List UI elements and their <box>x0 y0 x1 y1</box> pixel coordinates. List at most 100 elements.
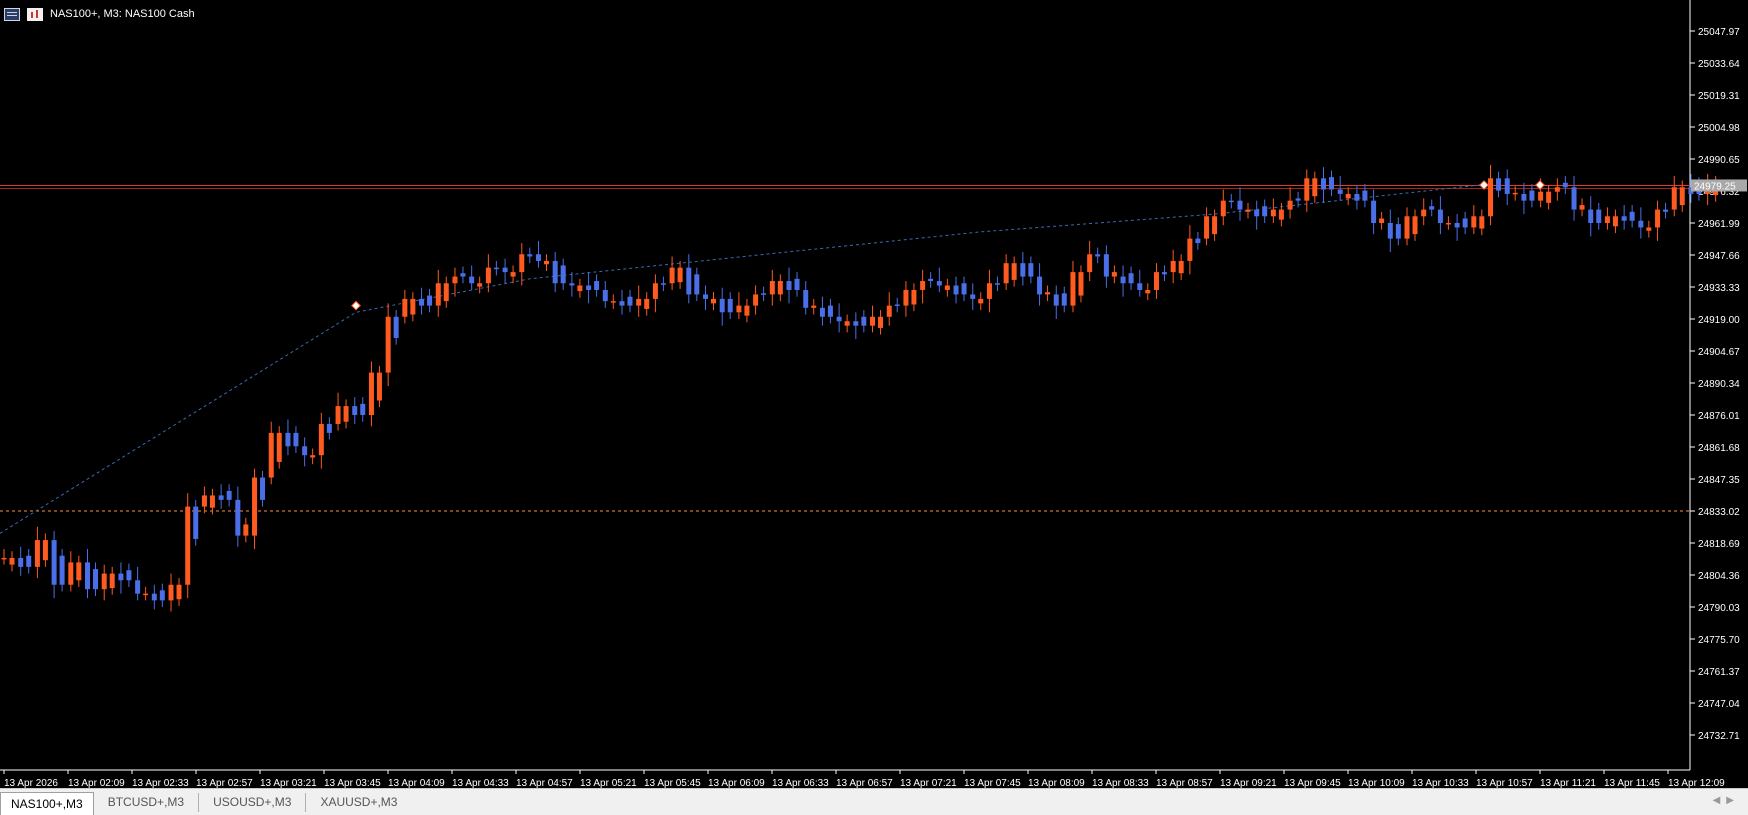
tab-scroll-arrows-icon[interactable]: ◀▶ <box>1713 795 1740 806</box>
candle-body <box>1 557 7 560</box>
candle-body <box>168 584 174 601</box>
candle-body <box>1087 254 1093 273</box>
y-tick-label: 24933.33 <box>1698 283 1740 294</box>
x-tick-label: 13 Apr 04:57 <box>516 778 573 788</box>
candle-body <box>736 305 742 313</box>
candle-body <box>1145 289 1151 294</box>
candle-body <box>293 432 299 447</box>
x-tick-label: 13 Apr 10:33 <box>1412 778 1469 788</box>
tab-usousd[interactable]: USOUSD+,M3 <box>199 792 307 812</box>
candle-body <box>201 495 207 507</box>
y-tick-label: 24761.37 <box>1698 667 1740 678</box>
candle-body <box>1120 276 1126 284</box>
x-tick-label: 13 Apr 06:33 <box>772 778 829 788</box>
y-tick-label: 24919.00 <box>1698 315 1740 326</box>
candle-body <box>343 406 349 422</box>
candle-body <box>786 281 792 290</box>
candle-body <box>302 446 308 456</box>
candle-body <box>1521 193 1527 201</box>
candle-body <box>1562 182 1568 188</box>
y-tick-label: 25004.98 <box>1698 123 1740 134</box>
current-price-label: 24979.25 <box>1694 181 1736 192</box>
y-tick-label: 25033.64 <box>1698 59 1740 70</box>
candle-body <box>761 293 767 295</box>
candle-body <box>819 307 825 317</box>
y-tick-label: 24818.69 <box>1698 539 1740 550</box>
candle-body <box>1278 209 1284 220</box>
chart-type-icon[interactable] <box>27 7 43 21</box>
candle-body <box>335 406 341 424</box>
x-tick-label: 13 Apr 10:09 <box>1348 778 1405 788</box>
tab-nas100[interactable]: NAS100+,M3 <box>0 791 94 815</box>
candle-body <box>753 294 759 306</box>
chart-canvas[interactable]: 25047.97 25033.64 25019.31 25004.98 24990.65… <box>0 0 1748 788</box>
candle-body <box>185 506 191 585</box>
candle-body <box>419 298 425 306</box>
candle-body <box>1037 276 1043 295</box>
candle-body <box>627 296 633 306</box>
candle-body <box>1437 209 1443 223</box>
candle-body <box>1011 263 1017 280</box>
candle-body <box>1504 178 1510 194</box>
price-chart[interactable]: 25047.97 25033.64 25019.31 25004.98 24990.65… <box>0 0 1748 788</box>
candle-body <box>719 298 725 313</box>
trade-marker-icon <box>351 300 361 311</box>
x-tick-label: 13 Apr 11:45 <box>1604 778 1660 788</box>
y-tick-label: 24833.02 <box>1698 507 1740 518</box>
candle-body <box>1462 218 1468 228</box>
candle-body <box>1128 273 1134 284</box>
candle-body <box>469 276 475 284</box>
candle-body <box>1571 187 1577 210</box>
x-tick-label: 13 Apr 05:45 <box>644 778 701 788</box>
x-tick-label: 13 Apr 08:33 <box>1092 778 1149 788</box>
candle-body <box>1479 216 1485 229</box>
candle-body <box>970 294 976 299</box>
candle-body <box>410 298 416 315</box>
candle-body <box>1254 209 1260 217</box>
candle-body <box>936 281 942 286</box>
candle-body <box>1421 209 1427 217</box>
tab-btcusd[interactable]: BTCUSD+,M3 <box>94 792 200 812</box>
candle-body <box>1053 294 1059 306</box>
tab-xauusd[interactable]: XAUUSD+,M3 <box>306 793 411 812</box>
x-tick-label: 13 Apr 02:33 <box>132 778 189 788</box>
candle-body <box>276 432 282 462</box>
candle-body <box>109 573 115 589</box>
menu-icon[interactable] <box>4 7 20 21</box>
candle-body <box>76 562 82 581</box>
candle-body <box>26 555 32 567</box>
candle-body <box>435 283 441 306</box>
candle-body <box>535 254 541 261</box>
candle-body <box>1638 220 1644 228</box>
candle-body <box>1354 193 1360 201</box>
candle-body <box>352 406 358 416</box>
candle-body <box>159 590 165 601</box>
candle-body <box>636 298 642 306</box>
x-tick-label: 13 Apr 06:57 <box>836 778 893 788</box>
candle-body <box>1153 272 1159 290</box>
candle-body <box>1061 293 1067 306</box>
candle-body <box>9 557 15 565</box>
candle-body <box>393 316 399 338</box>
candle-body <box>93 569 99 590</box>
candle-body <box>1345 193 1351 199</box>
candle-body <box>652 283 658 299</box>
y-tick-label: 24890.34 <box>1698 379 1740 390</box>
candle-body <box>1078 272 1084 296</box>
candle-body <box>903 289 909 306</box>
candle-body <box>727 298 733 313</box>
candle-body <box>1220 200 1226 217</box>
candle-body <box>1337 189 1343 194</box>
trend-line <box>0 184 1481 534</box>
candle-body <box>1629 211 1635 221</box>
candle-body <box>1070 272 1076 306</box>
candle-body <box>1445 222 1451 225</box>
candle-body <box>811 305 817 308</box>
candle-body <box>1362 190 1368 201</box>
candle-body <box>1170 260 1176 273</box>
y-tick-label: 24732.71 <box>1698 731 1740 742</box>
candle-body <box>1161 272 1167 275</box>
candle-body <box>744 305 750 316</box>
chart-title-bar: NAS100+, M3: NAS100 Cash <box>4 6 195 22</box>
y-tick-label: 25019.31 <box>1698 91 1740 102</box>
